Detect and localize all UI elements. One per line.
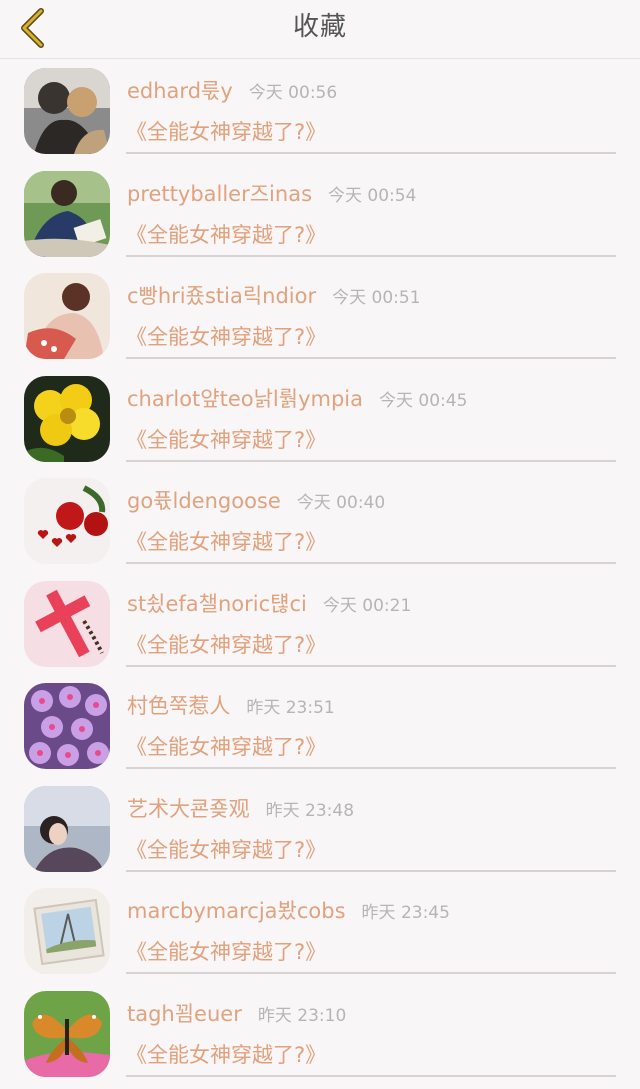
divider <box>126 767 616 769</box>
book-title-link[interactable]: 《全能女神穿越了?》 <box>126 321 326 351</box>
timestamp: 昨天 23:45 <box>361 903 450 923</box>
timestamp: 昨天 23:10 <box>257 1005 347 1026</box>
divider <box>126 562 616 564</box>
username: charlot얖teo낡l뤍ympia 今天 00:45 <box>127 386 468 411</box>
timestamp: 今天 00:40 <box>296 493 386 513</box>
username: prettyballer즈inas 今天 00:54 <box>127 181 417 206</box>
avatar[interactable] <box>24 683 110 769</box>
favorite-item[interactable]: 村色쭉惹人 昨天 23:51 《全能女神穿越了?》 <box>0 674 640 777</box>
favorite-item[interactable]: marcbymarcja봤cobs 昨天 23:45 《全能女神穿越了?》 <box>0 879 640 982</box>
avatar[interactable] <box>24 990 110 1077</box>
username: tagh꾐euer 昨天 23:10 <box>127 1001 347 1026</box>
book-title-link[interactable]: 《全能女神穿越了?》 <box>126 731 326 761</box>
username: go퓫ldengoose 今天 00:40 <box>127 489 386 513</box>
favorite-item[interactable]: charlot얖teo낡l뤍ympia 今天 00:45 《全能女神穿越了?》 <box>0 367 640 470</box>
favorite-item[interactable]: prettyballer즈inas 今天 00:54 《全能女神穿越了?》 <box>0 162 640 265</box>
book-title-link[interactable]: 《全能女神穿越了?》 <box>126 219 326 249</box>
divider <box>126 357 616 359</box>
book-title-link[interactable]: 《全能女神穿越了?》 <box>126 936 326 966</box>
divider <box>126 972 616 974</box>
username: marcbymarcja봤cobs 昨天 23:45 <box>127 899 450 923</box>
book-title-link[interactable]: 《全能女神穿越了?》 <box>126 424 326 454</box>
avatar[interactable] <box>24 375 110 462</box>
avatar[interactable] <box>24 785 110 872</box>
avatar[interactable] <box>24 273 110 359</box>
divider <box>126 1074 616 1077</box>
favorite-item[interactable]: edhard룫y 今天 00:56 《全能女神穿越了?》 <box>0 59 640 162</box>
favorites-list: edhard룫y 今天 00:56 《全能女神穿越了?》 prettyballer… <box>0 59 640 1084</box>
book-title-link[interactable]: 《全能女神穿越了?》 <box>126 1039 326 1069</box>
avatar[interactable] <box>24 888 110 974</box>
timestamp: 今天 00:51 <box>332 288 421 308</box>
favorite-item[interactable]: c빵hri죴stia릭ndior 今天 00:51 《全能女神穿越了?》 <box>0 264 640 367</box>
username: edhard룫y 今天 00:56 <box>127 79 338 103</box>
divider <box>126 254 616 257</box>
divider <box>126 459 616 462</box>
username: 艺术大쿈죶观 昨天 23:48 <box>127 796 355 821</box>
timestamp: 今天 00:56 <box>248 83 338 103</box>
timestamp: 今天 00:21 <box>322 595 412 616</box>
timestamp: 昨天 23:51 <box>246 698 335 718</box>
divider <box>126 152 616 154</box>
book-title-link[interactable]: 《全能女神穿越了?》 <box>126 629 326 659</box>
divider <box>126 664 616 667</box>
avatar[interactable] <box>24 68 110 154</box>
top-bar: 收藏 <box>0 0 640 59</box>
username: c빵hri죴stia릭ndior 今天 00:51 <box>127 284 421 308</box>
avatar[interactable] <box>24 580 110 667</box>
avatar[interactable] <box>24 478 110 564</box>
favorite-item[interactable]: st쇴efa챌noric턚ci 今天 00:21 《全能女神穿越了?》 <box>0 572 640 675</box>
avatar[interactable] <box>24 170 110 257</box>
favorite-item[interactable]: 艺术大쿈죶观 昨天 23:48 《全能女神穿越了?》 <box>0 777 640 880</box>
favorite-item[interactable]: go퓫ldengoose 今天 00:40 《全能女神穿越了?》 <box>0 469 640 572</box>
username: 村色쭉惹人 昨天 23:51 <box>127 694 335 718</box>
timestamp: 昨天 23:48 <box>265 800 355 821</box>
page-title: 收藏 <box>292 12 347 42</box>
divider <box>126 869 616 872</box>
book-title-link[interactable]: 《全能女神穿越了?》 <box>126 834 326 864</box>
username: st쇴efa챌noric턚ci 今天 00:21 <box>127 591 412 616</box>
timestamp: 今天 00:45 <box>379 390 468 411</box>
favorite-item[interactable]: tagh꾐euer 昨天 23:10 《全能女神穿越了?》 <box>0 982 640 1085</box>
book-title-link[interactable]: 《全能女神穿越了?》 <box>126 526 326 556</box>
book-title-link[interactable]: 《全能女神穿越了?》 <box>126 116 326 146</box>
timestamp: 今天 00:54 <box>328 185 417 206</box>
